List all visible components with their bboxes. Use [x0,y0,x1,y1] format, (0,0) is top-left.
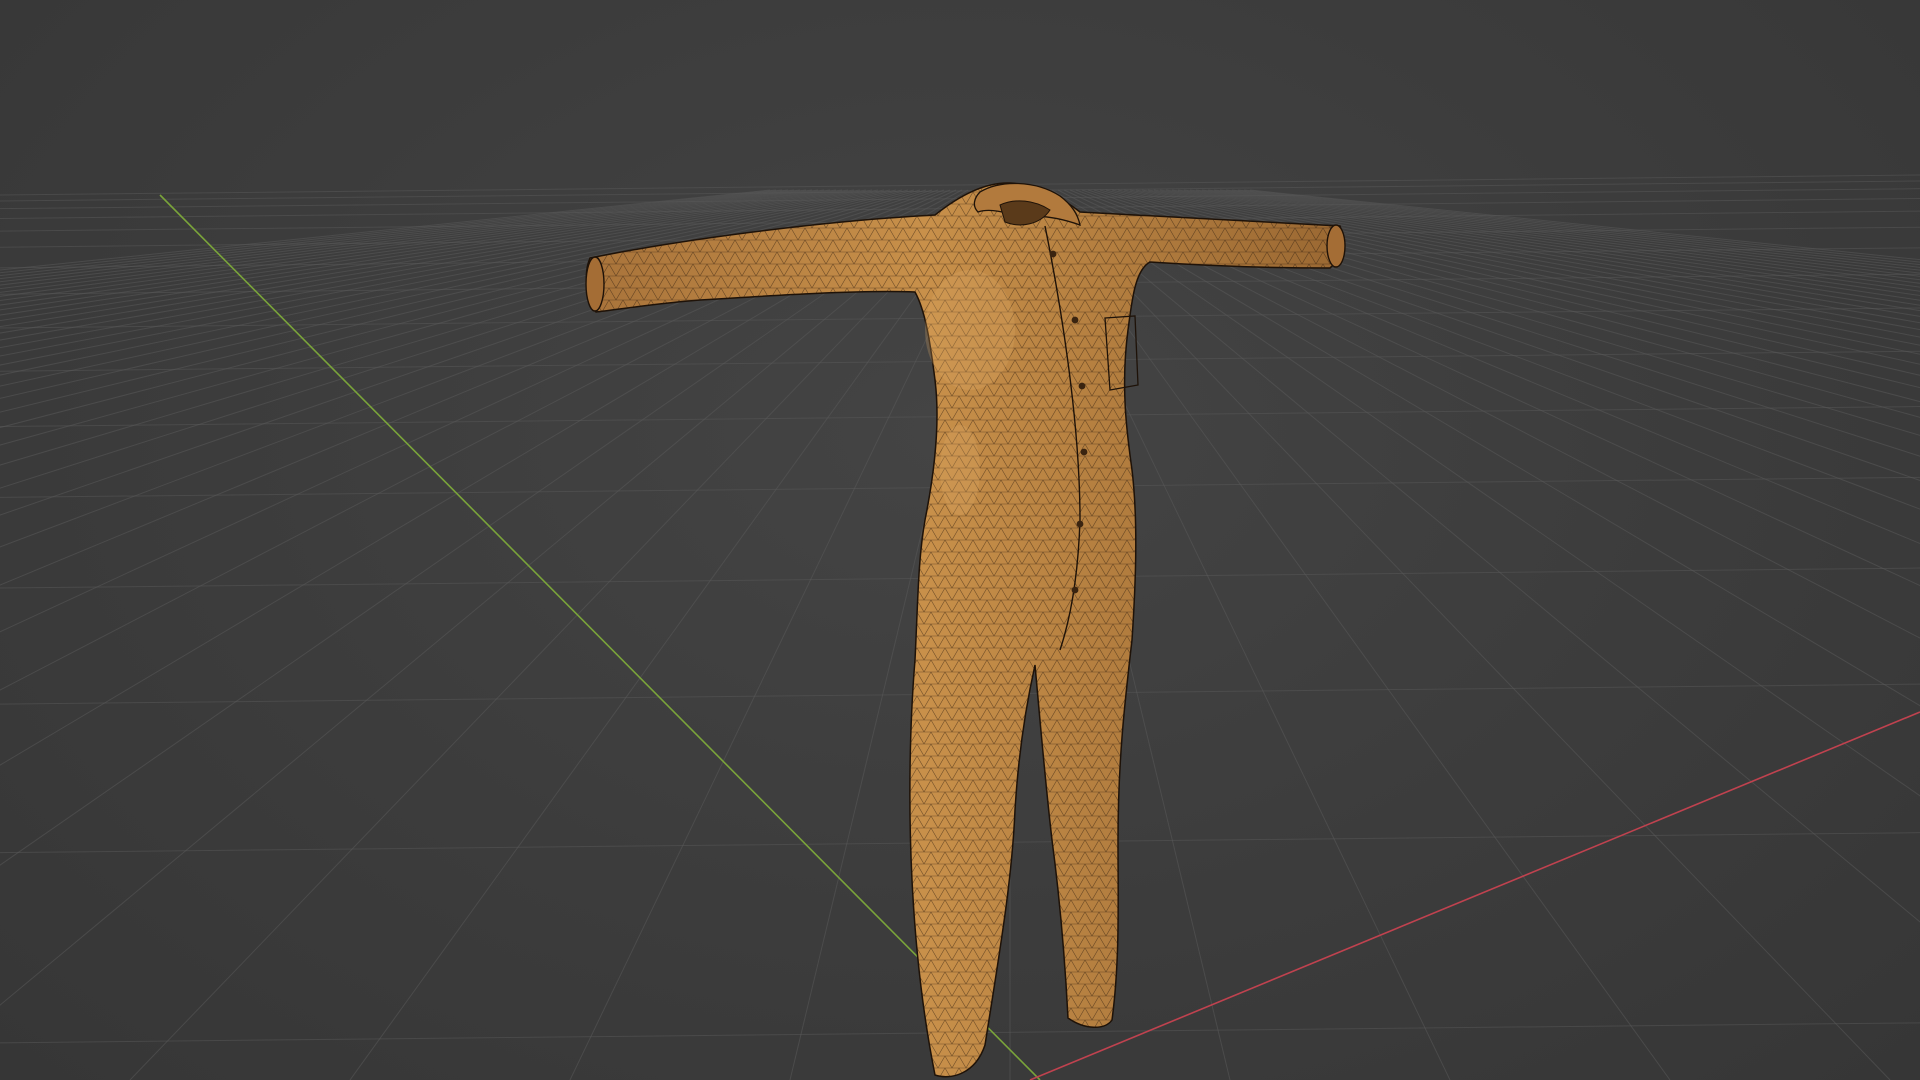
grid-line-depth [1111,189,1920,389]
button-4 [1080,448,1088,456]
grid-line-depth [1105,189,1920,403]
grid-line-depth [0,189,975,866]
grid-line-depth [1051,189,1920,707]
grid-line-depth [0,189,963,691]
grid-line-depth [1231,189,1920,268]
grid-line-depth [1081,189,1920,481]
grid-line-depth [1063,189,1920,587]
button-3 [1078,382,1086,390]
grid-line-depth [0,189,981,1006]
grid-line-depth [1099,189,1920,418]
grid-line-depth [1249,189,1920,261]
grid-line-depth [1135,189,1920,346]
jumpsuit-mesh[interactable] [585,182,1346,1078]
grid-line-depth [129,189,987,1080]
viewport-canvas[interactable] [0,0,1920,1080]
grid-line-depth [1033,189,1891,1080]
grid-line-depth [1147,189,1920,331]
right-sleeve-cuff [1326,224,1346,268]
hip-highlight [940,425,980,515]
button-6 [1071,586,1079,594]
grid-line-depth [1219,189,1920,274]
grid-line-depth [1075,189,1920,510]
button-2 [1071,316,1079,324]
x-axis-line [1029,711,1920,1080]
grid-line-depth [1039,189,1920,923]
chest-highlight [925,270,1015,390]
grid-line-depth [1225,189,1920,271]
grid-line-depth [0,189,969,766]
grid-line-depth [1159,189,1920,317]
grid-line-depth [1045,189,1920,797]
grid-line-depth [1087,189,1920,457]
y-axis-line [159,194,1041,1080]
grid-line-depth [1153,189,1920,324]
grid-line-depth [1057,189,1920,639]
grid-line-depth [1093,189,1920,436]
grid-line-depth [1141,189,1920,338]
3d-viewport[interactable] [0,0,1920,1080]
button-5 [1076,520,1084,528]
left-sleeve-cuff [585,256,605,312]
grid-line-depth [1213,189,1920,277]
grid-line-depth [1237,189,1920,266]
button-1 [1049,250,1057,258]
